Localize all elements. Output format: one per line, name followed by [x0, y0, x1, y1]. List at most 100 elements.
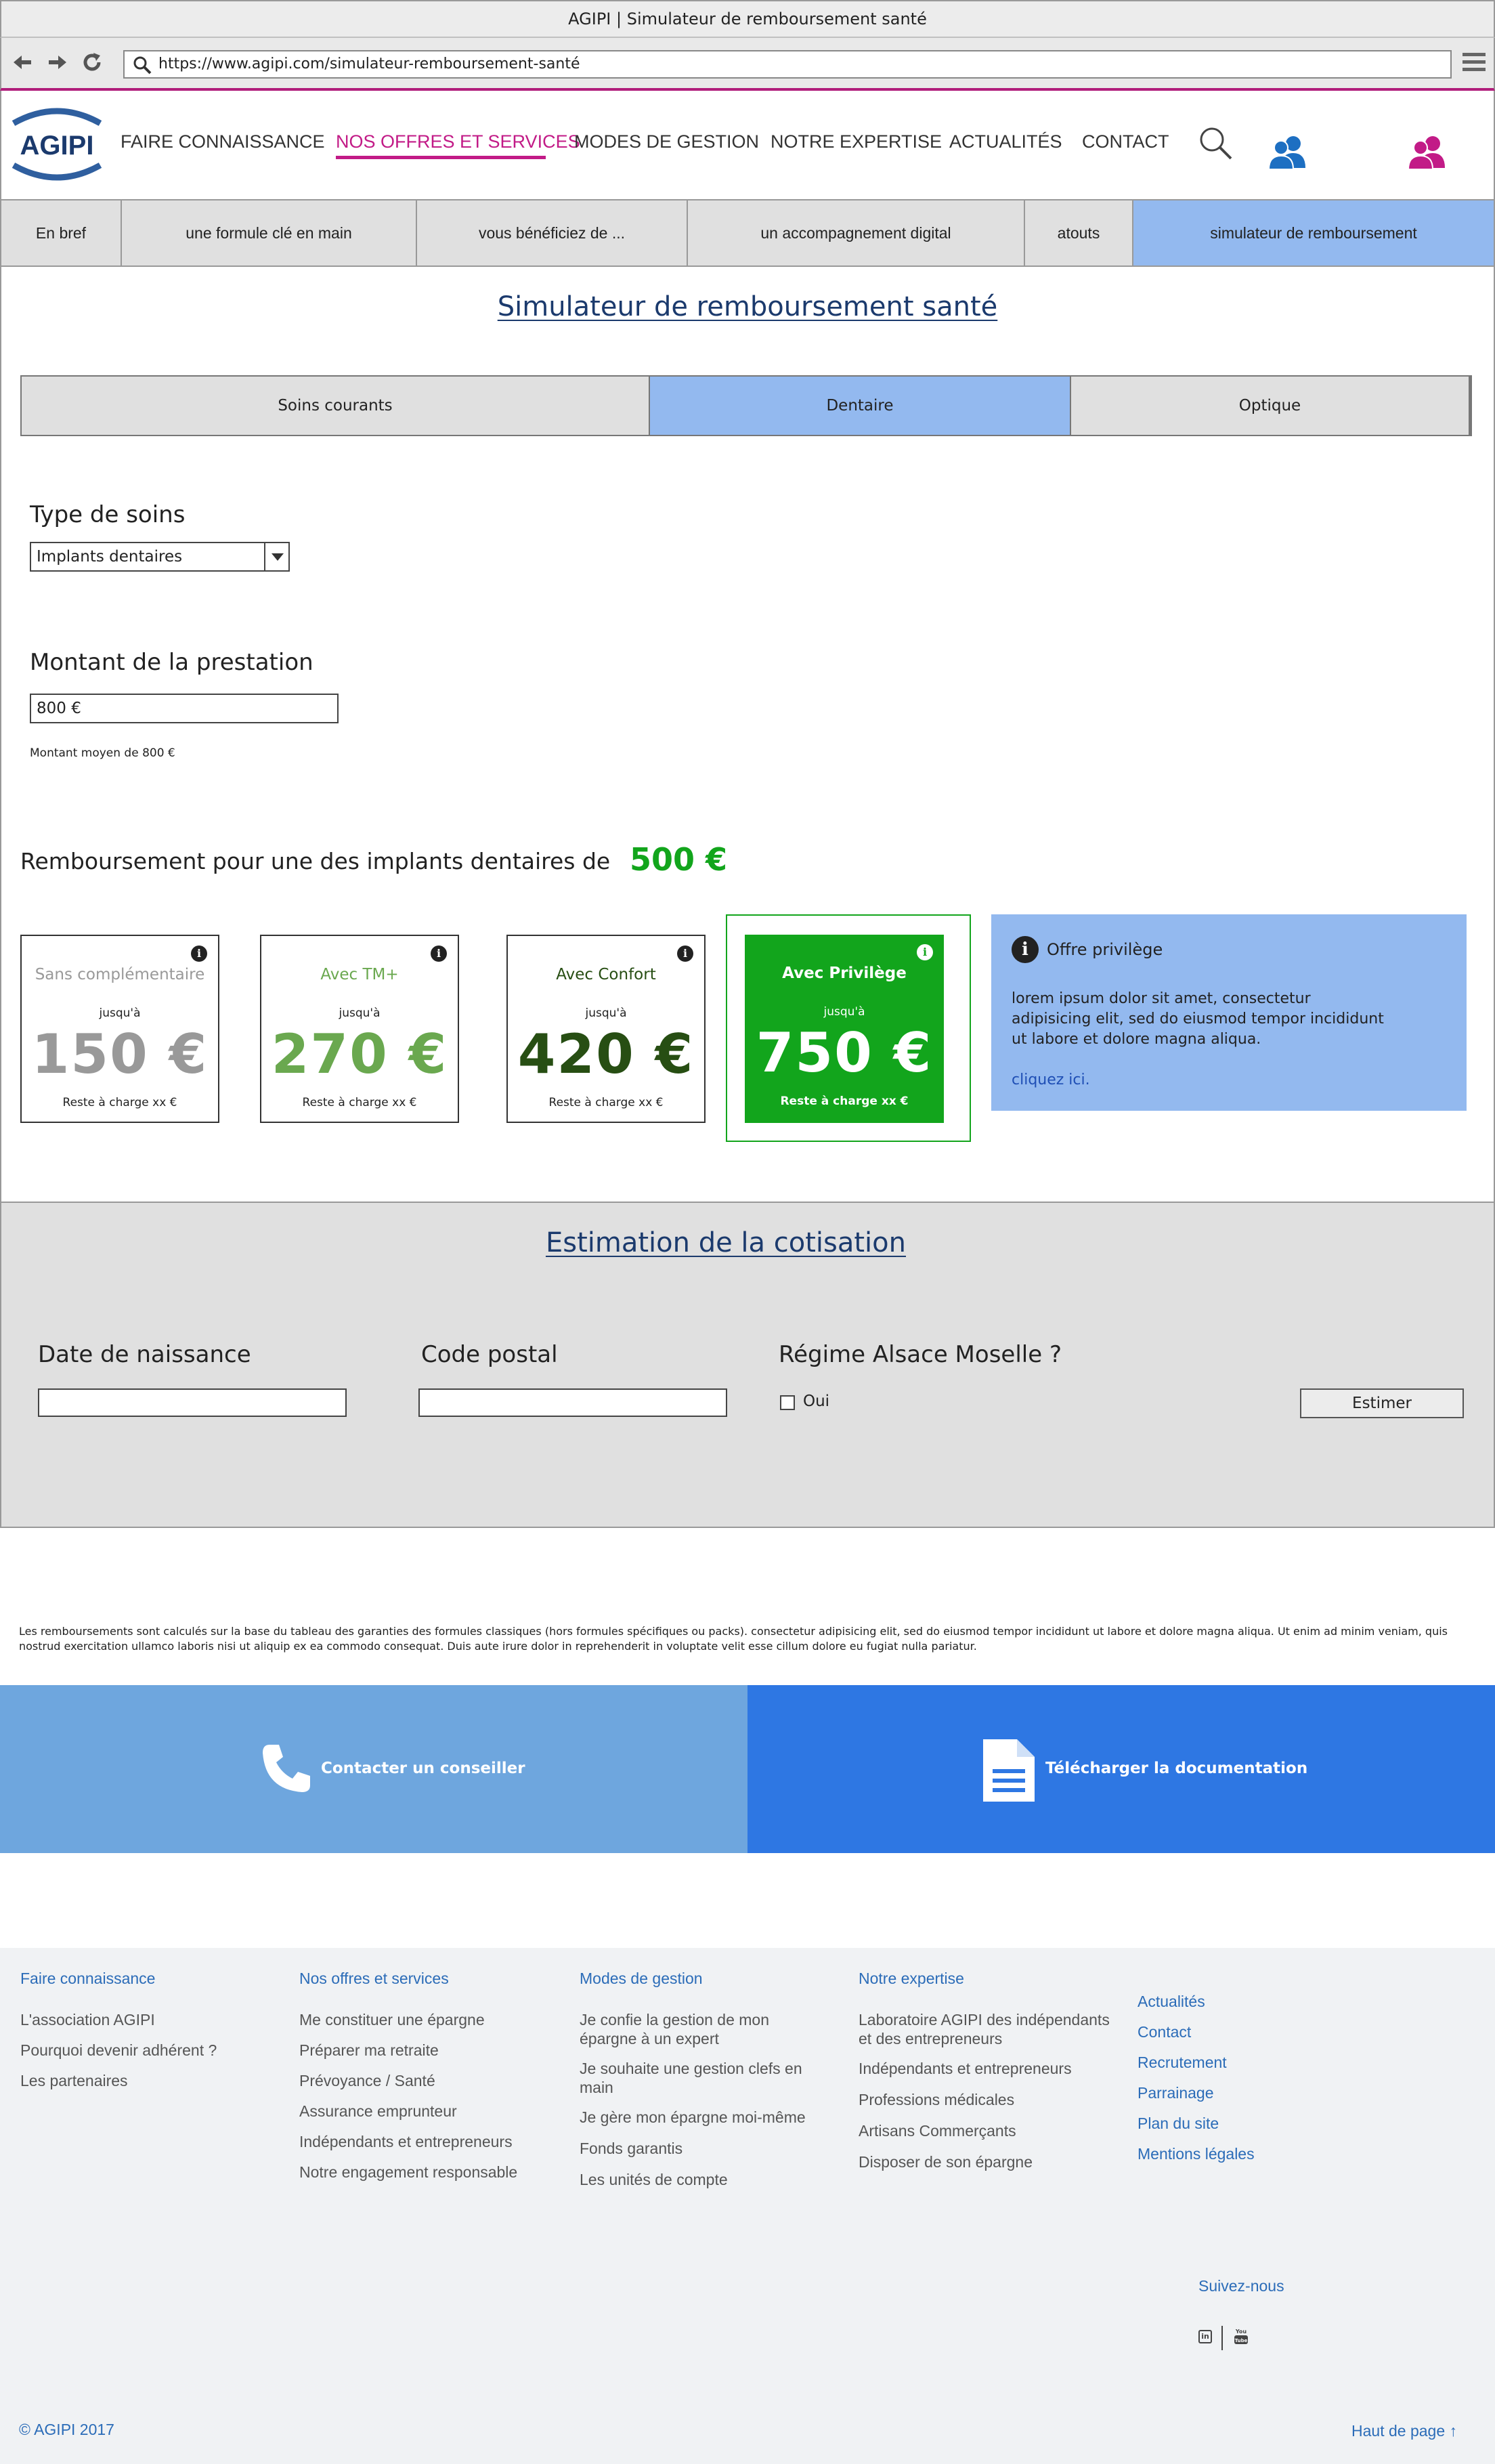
contact-advisor-button[interactable]: Contacter un conseiller	[0, 1685, 748, 1853]
footer-link-mentions[interactable]: Mentions légales	[1138, 2145, 1255, 2163]
url-field[interactable]: https://www.agipi.com/simulateur-rembour…	[123, 50, 1452, 79]
footer-col-title[interactable]: Modes de gestion	[580, 1970, 703, 1988]
footer-link[interactable]: Je souhaite une gestion clefs en main	[580, 2059, 803, 2097]
users-icon[interactable]	[1266, 134, 1309, 171]
footer-link[interactable]: Les partenaires	[20, 2071, 128, 2090]
estimer-button[interactable]: Estimer	[1300, 1388, 1464, 1418]
montant-input[interactable]: 800 €	[30, 694, 339, 723]
oui-checkbox[interactable]	[780, 1395, 795, 1410]
footer-link[interactable]: Indépendants et entrepreneurs	[299, 2132, 513, 2151]
footer-link-plan[interactable]: Plan du site	[1138, 2115, 1219, 2133]
footer-link[interactable]: Pourquoi devenir adhérent ?	[20, 2041, 217, 2060]
footer-link[interactable]: Indépendants et entrepreneurs	[859, 2059, 1072, 2078]
estimation-title: Estimation de la cotisation	[545, 1227, 906, 1258]
footer-link[interactable]: Notre engagement responsable	[299, 2163, 517, 2182]
privilege-text: lorem ipsum dolor sit amet, consectetur …	[1012, 990, 1384, 1048]
copyright: © AGIPI 2017	[19, 2421, 114, 2438]
type-soins-label: Type de soins	[30, 501, 186, 528]
type-soins-select[interactable]: Implants dentaires	[30, 542, 290, 572]
forward-arrow-icon[interactable]	[42, 49, 69, 76]
footer-link[interactable]: Artisans Commerçants	[859, 2121, 1016, 2140]
privilege-title: Offre privilège	[1047, 940, 1163, 959]
reimbursement-text: Remboursement pour une des implants dent…	[20, 848, 611, 874]
browser-toolbar: https://www.agipi.com/simulateur-rembour…	[0, 38, 1495, 91]
regime-label: Régime Alsace Moselle ?	[779, 1341, 1062, 1368]
footer-link[interactable]: Me constituer une épargne	[299, 2010, 485, 2029]
footer-link[interactable]: Disposer de son épargne	[859, 2152, 1033, 2171]
nav-notre-expertise[interactable]: NOTRE EXPERTISE	[771, 131, 942, 152]
reload-icon[interactable]	[79, 49, 106, 76]
footer-link[interactable]: Laboratoire AGIPI des indépendants et de…	[859, 2010, 1116, 2048]
footer-col-title[interactable]: Notre expertise	[859, 1970, 964, 1988]
tab-dentaire[interactable]: Dentaire	[650, 377, 1071, 435]
date-naissance-input[interactable]	[38, 1388, 347, 1417]
card-privilege: i Avec Privilège jusqu'à 750 € Reste à c…	[745, 935, 944, 1123]
footer-link[interactable]: Assurance emprunteur	[299, 2102, 457, 2121]
account-users-icon[interactable]	[1406, 134, 1449, 171]
hamburger-menu-icon[interactable]	[1462, 53, 1486, 75]
subtab-atouts[interactable]: atouts	[1025, 200, 1133, 265]
code-postal-input[interactable]	[418, 1388, 727, 1417]
footer-link-contact[interactable]: Contact	[1138, 2023, 1191, 2041]
footer-link-recrutement[interactable]: Recrutement	[1138, 2054, 1227, 2072]
back-to-top-link[interactable]: Haut de page ↑	[1351, 2422, 1457, 2440]
sub-navigation: En bref une formule clé en main vous bén…	[0, 200, 1495, 267]
info-icon[interactable]: i	[191, 946, 207, 962]
footer-col-title[interactable]: Nos offres et services	[299, 1970, 449, 1988]
info-icon[interactable]: i	[431, 946, 447, 962]
subtab-formule[interactable]: une formule clé en main	[122, 200, 417, 265]
card-value: 420 €	[517, 1023, 695, 1086]
nav-faire-connaissance[interactable]: FAIRE CONNAISSANCE	[121, 131, 325, 152]
info-icon[interactable]: i	[917, 944, 933, 960]
reimbursement-value: 500 €	[630, 841, 728, 878]
privilege-offer-box: i Offre privilège lorem ipsum dolor sit …	[991, 914, 1467, 1111]
youtube-icon[interactable]: You Tube	[1234, 2327, 1249, 2345]
agipi-logo[interactable]: AGIPI	[8, 103, 106, 186]
chevron-down-icon[interactable]	[264, 543, 288, 570]
download-doc-button[interactable]: Télécharger la documentation	[748, 1685, 1495, 1853]
footer-link[interactable]: Professions médicales	[859, 2090, 1014, 2109]
nav-offres-services[interactable]: NOS OFFRES ET SERVICES	[336, 131, 580, 152]
footer-link[interactable]: Prévoyance / Santé	[299, 2071, 435, 2090]
card-confort: i Avec Confort jusqu'à 420 € Reste à cha…	[506, 935, 706, 1123]
search-icon[interactable]	[1198, 126, 1234, 161]
code-postal-label: Code postal	[421, 1341, 558, 1368]
footer-link[interactable]: L'association AGIPI	[20, 2010, 155, 2029]
card-tm-plus: i Avec TM+ jusqu'à 270 € Reste à charge …	[260, 935, 459, 1123]
tab-soins-courants[interactable]: Soins courants	[22, 377, 650, 435]
nav-modes-gestion[interactable]: MODES DE GESTION	[574, 131, 759, 152]
phone-icon	[260, 1742, 313, 1795]
site-footer: Faire connaissance L'association AGIPI P…	[0, 1948, 1495, 2464]
linkedin-icon[interactable]: in	[1198, 2330, 1212, 2343]
logo-text: AGIPI	[20, 131, 94, 161]
info-icon[interactable]: i	[677, 946, 693, 962]
footer-col-title[interactable]: Faire connaissance	[20, 1970, 155, 1988]
contact-advisor-label: Contacter un conseiller	[321, 1760, 525, 1777]
footer-link[interactable]: Je gère mon épargne moi-même	[580, 2108, 823, 2127]
date-naissance-label: Date de naissance	[38, 1341, 251, 1368]
simulator-title: Simulateur de remboursement santé	[497, 291, 998, 322]
tab-optique[interactable]: Optique	[1071, 377, 1469, 435]
subtab-accompagnement[interactable]: un accompagnement digital	[688, 200, 1025, 265]
nav-actualites[interactable]: ACTUALITÉS	[949, 131, 1062, 152]
privilege-link[interactable]: cliquez ici.	[1012, 1071, 1090, 1088]
footer-link[interactable]: Préparer ma retraite	[299, 2041, 439, 2060]
nav-contact[interactable]: CONTACT	[1082, 131, 1169, 152]
footer-link[interactable]: Les unités de compte	[580, 2170, 728, 2189]
footer-link[interactable]: Je confie la gestion de mon épargne à un…	[580, 2010, 803, 2048]
card-value: 750 €	[756, 1021, 933, 1084]
footer-link[interactable]: Fonds garantis	[580, 2139, 682, 2158]
simulator-section: Simulateur de remboursement santé Soins …	[0, 267, 1495, 1202]
subtab-beneficiez[interactable]: vous bénéficiez de ...	[417, 200, 688, 265]
subtab-simulateur[interactable]: simulateur de remboursement	[1133, 200, 1494, 265]
card-name: Avec Confort	[556, 966, 656, 983]
card-sans-complementaire: i Sans complémentaire jusqu'à 150 € Rest…	[20, 935, 219, 1123]
estimation-section: Estimation de la cotisation Date de nais…	[0, 1202, 1495, 1528]
card-name: Avec Privilège	[782, 964, 907, 982]
subtab-en-bref[interactable]: En bref	[1, 200, 122, 265]
back-arrow-icon[interactable]	[11, 49, 38, 76]
card-name: Avec TM+	[320, 966, 399, 983]
footer-link-parrainage[interactable]: Parrainage	[1138, 2084, 1214, 2102]
footer-link-actualites[interactable]: Actualités	[1138, 1993, 1205, 2011]
follow-us-label: Suivez-nous	[1198, 2277, 1284, 2295]
